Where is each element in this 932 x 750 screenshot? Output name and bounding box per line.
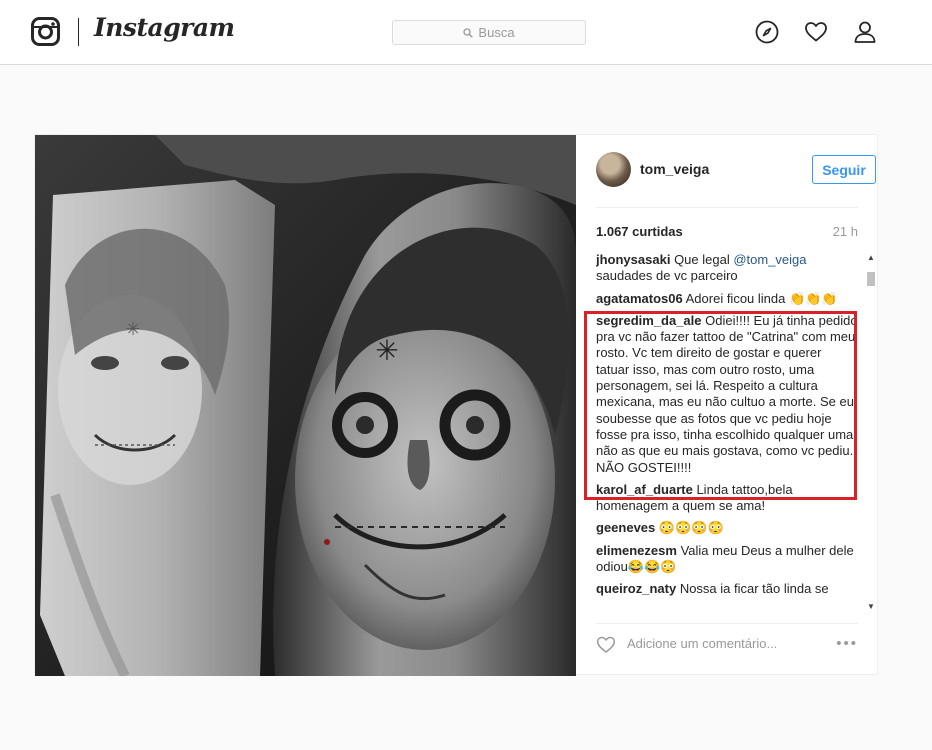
comment-item: agatamatos06 Adorei ficou linda 👏👏👏 <box>596 291 858 307</box>
comment-author[interactable]: agatamatos06 <box>596 291 683 306</box>
post-sidebar: tom_veiga Seguir 1.067 curtidas 21 h jho… <box>576 135 878 674</box>
svg-text:✳: ✳ <box>375 334 398 367</box>
avatar[interactable] <box>596 152 631 187</box>
comment-author[interactable]: elimenezesm <box>596 543 677 558</box>
more-options-button[interactable]: ••• <box>836 635 858 652</box>
instagram-logo-icon[interactable] <box>31 17 60 46</box>
divider <box>596 207 858 208</box>
tattoo-photo-illustration: ✳ ✳ <box>35 135 576 676</box>
search-placeholder: Busca <box>478 25 515 40</box>
search-input[interactable]: Busca <box>392 20 586 45</box>
post-time[interactable]: 21 h <box>833 224 858 239</box>
comment-text: saudades de vc parceiro <box>596 268 738 284</box>
comment-text: 😳😳😳😳 <box>658 520 724 536</box>
instagram-wordmark[interactable]: Instagram <box>94 13 235 42</box>
post-header: tom_veiga Seguir <box>596 152 876 188</box>
comments-scrollbar[interactable]: ▲ ▼ <box>866 252 876 613</box>
search-icon <box>463 27 474 38</box>
comment-item: jhonysasaki Que legal @tom_veiga saudade… <box>596 252 858 285</box>
add-comment-input[interactable]: Adicione um comentário... <box>627 636 817 651</box>
comment-item: queiroz_naty Nossa ia ficar tão linda se <box>596 581 858 597</box>
post-photo[interactable]: ✳ ✳ <box>35 135 576 676</box>
comment-text: Adorei ficou linda 👏👏👏 <box>685 290 838 306</box>
comment-text: Nossa ia ficar tão linda se <box>679 581 829 597</box>
compass-icon[interactable] <box>755 20 779 44</box>
scroll-down-arrow-icon[interactable]: ▼ <box>866 602 876 612</box>
comment-author[interactable]: jhonysasaki <box>596 252 670 267</box>
comment-text: Que legal <box>674 252 734 267</box>
comment-author[interactable]: queiroz_naty <box>596 581 676 596</box>
follow-button[interactable]: Seguir <box>812 155 876 184</box>
divider <box>596 623 858 624</box>
comment-item: geeneves 😳😳😳😳 <box>596 520 858 536</box>
svg-text:✳: ✳ <box>125 319 140 340</box>
user-icon[interactable] <box>853 20 877 44</box>
post-card: ✳ ✳ tom_veiga Seguir 1.067 curtidas 21 h… <box>34 134 878 676</box>
comment-item: elimenezesm Valia meu Deus a mulher dele… <box>596 543 858 576</box>
like-heart-icon[interactable] <box>596 635 616 655</box>
comment-author[interactable]: geeneves <box>596 520 655 535</box>
top-navigation-bar: Instagram Busca <box>0 0 932 65</box>
scroll-up-arrow-icon[interactable]: ▲ <box>866 253 876 263</box>
post-author[interactable]: tom_veiga <box>640 161 709 177</box>
heart-icon[interactable] <box>804 20 828 44</box>
logo-divider <box>78 18 79 46</box>
comment-mention[interactable]: @tom_veiga <box>733 252 806 267</box>
add-comment-row: Adicione um comentário... ••• <box>596 633 858 657</box>
scroll-thumb[interactable] <box>867 272 875 286</box>
like-count[interactable]: 1.067 curtidas <box>596 224 683 239</box>
highlight-annotation-box <box>584 311 857 500</box>
